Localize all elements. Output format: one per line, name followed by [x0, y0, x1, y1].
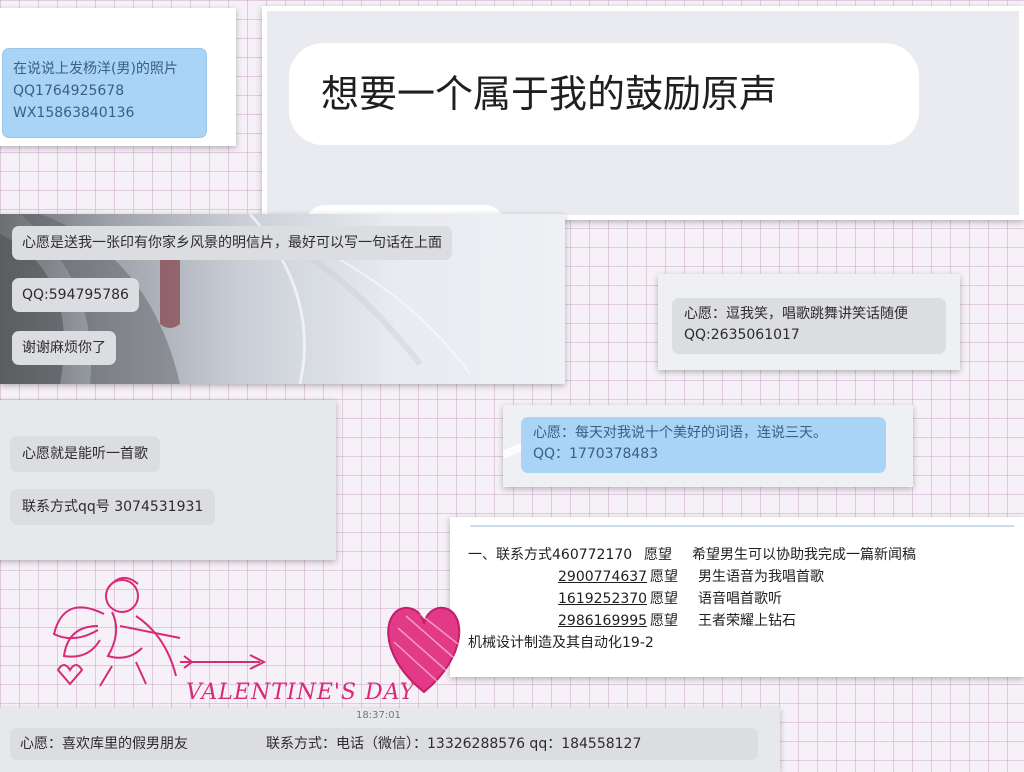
chat-bubble-large: 想要一个属于我的鼓励原声	[289, 43, 919, 145]
wish-text: 心愿：逗我笑，唱歌跳舞讲笑话随便	[684, 306, 908, 322]
wish-text: 语音唱首歌听	[698, 591, 782, 607]
wish-row: 1619252370 愿望 语音唱首歌听	[468, 589, 782, 609]
wish-card-2: 想要一个属于我的鼓励原声	[262, 6, 1024, 220]
chat-bubble: 谢谢麻烦你了	[12, 331, 116, 365]
contact-prefix: 一、联系方式	[468, 547, 552, 563]
wish-text: 心愿：喜欢库里的假男朋友	[20, 736, 188, 752]
qq-number: 1619252370	[558, 591, 648, 607]
timestamp: 18:37:01	[356, 710, 401, 721]
wish-card-3: 心愿是送我一张印有你家乡风景的明信片，最好可以写一句话在上面 QQ:594795…	[0, 214, 565, 384]
wish-row: 一、联系方式460772170 愿望 希望男生可以协助我完成一篇新闻稿	[468, 545, 916, 565]
wish-text: 希望男生可以协助我完成一篇新闻稿	[692, 547, 916, 563]
contact-text: 联系方式：电话（微信）：13326288576 qq：184558127	[266, 736, 642, 752]
qq-number: 2900774637	[558, 569, 648, 585]
cupid-illustration	[52, 577, 181, 687]
divider	[470, 525, 1014, 527]
chat-bubble: 心愿就是能听一首歌	[10, 436, 160, 472]
wish-text: 在说说上发杨洋(男)的照片	[13, 61, 178, 77]
wish-text: 心愿：每天对我说十个美好的词语，连说三天。	[533, 425, 827, 441]
wish-list-card: 一、联系方式460772170 愿望 希望男生可以协助我完成一篇新闻稿 290077…	[450, 517, 1024, 677]
wish-label: 愿望	[650, 569, 678, 585]
wish-row: 2986169995 愿望 王者荣耀上钻石	[468, 611, 796, 631]
wish-label: 愿望	[650, 613, 678, 629]
chat-bubble: 心愿：逗我笑，唱歌跳舞讲笑话随便 QQ:2635061017	[672, 298, 946, 354]
chat-bubble: 心愿：喜欢库里的假男朋友 联系方式：电话（微信）：13326288576 qq：1…	[10, 728, 758, 760]
chat-bubble: 联系方式qq号 3074531931	[10, 489, 216, 525]
wish-text: 男生语音为我唱首歌	[698, 569, 824, 585]
wish-text: 王者荣耀上钻石	[698, 613, 796, 629]
wish-label: 愿望	[650, 591, 678, 607]
chat-bubble: 心愿：每天对我说十个美好的词语，连说三天。 QQ：1770378483	[521, 417, 886, 473]
valentines-day-text: VALENTINE'S DAY	[186, 680, 416, 705]
wish-card-1: 在说说上发杨洋(男)的照片 QQ1764925678 WX15863840136	[0, 8, 236, 146]
wish-row: 2900774637 愿望 男生语音为我唱首歌	[468, 567, 824, 587]
class-name-text: 机械设计制造及其自动化19-2	[468, 635, 654, 651]
qq-number: 2986169995	[558, 613, 648, 629]
wish-card-5: 心愿就是能听一首歌 联系方式qq号 3074531931	[0, 400, 336, 560]
qq-text: QQ:2635061017	[684, 327, 800, 343]
chat-bubble: QQ:594795786	[12, 278, 139, 312]
arrow-icon	[180, 654, 267, 670]
qq-text: QQ：1770378483	[533, 446, 659, 462]
wish-card-4: 心愿：逗我笑，唱歌跳舞讲笑话随便 QQ:2635061017	[658, 274, 960, 370]
qq-number: 460772170	[552, 547, 633, 563]
chat-bubble: 在说说上发杨洋(男)的照片 QQ1764925678 WX15863840136	[2, 48, 207, 138]
wish-card-8: 18:37:01 心愿：喜欢库里的假男朋友 联系方式：电话（微信）：1332628…	[0, 708, 780, 772]
qq-text: QQ1764925678	[13, 83, 125, 99]
wish-card-6: 心愿：每天对我说十个美好的词语，连说三天。 QQ：1770378483	[503, 405, 913, 487]
wechat-text: WX15863840136	[13, 105, 135, 121]
wish-label: 愿望	[644, 547, 672, 563]
chat-bubble: 心愿是送我一张印有你家乡风景的明信片，最好可以写一句话在上面	[12, 226, 452, 260]
